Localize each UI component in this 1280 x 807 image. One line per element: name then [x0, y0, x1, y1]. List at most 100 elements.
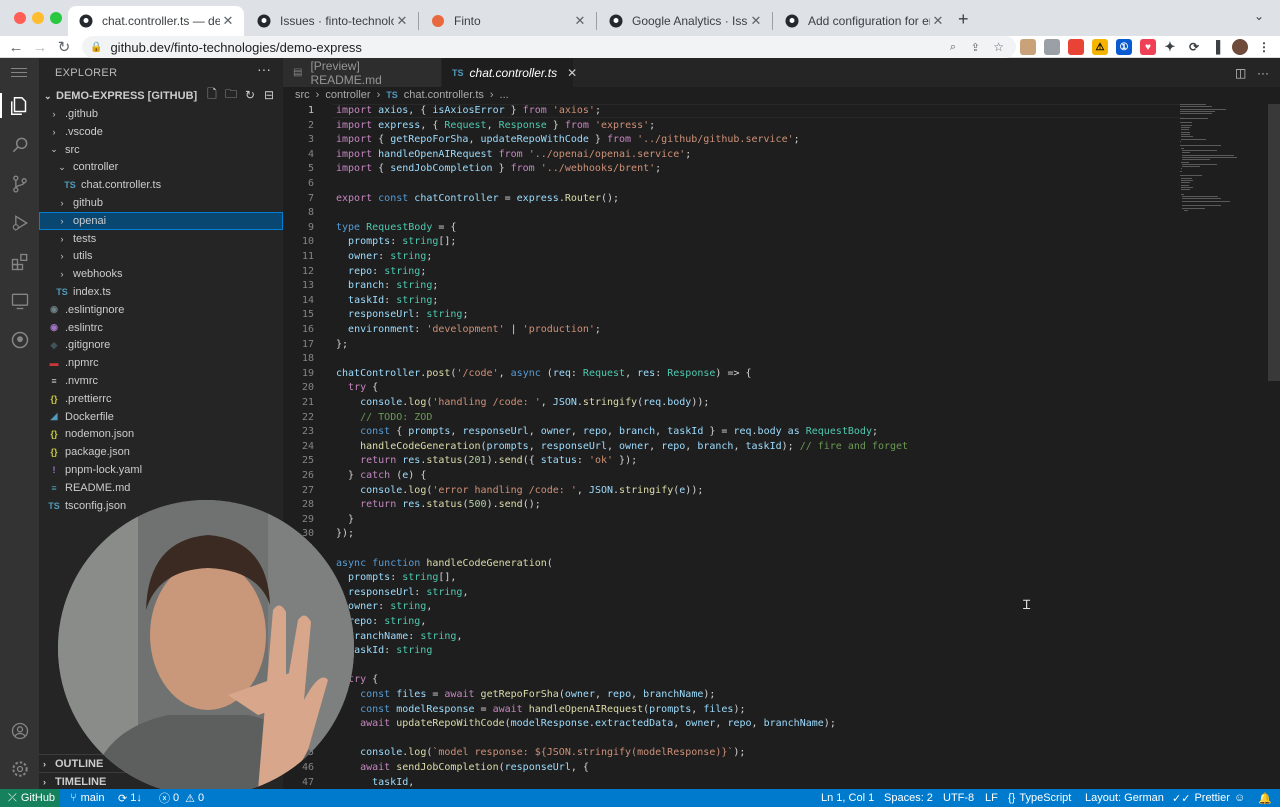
camera-extension-icon[interactable] — [1044, 39, 1060, 55]
code-line[interactable]: taskId, — [336, 776, 414, 791]
tree-item[interactable]: ◉ .eslintrc — [39, 319, 283, 337]
minimize-window-button[interactable] — [32, 12, 44, 24]
tree-item[interactable]: ◉ .eslintignore — [39, 301, 283, 319]
cursor-position[interactable]: Ln 1, Col 1 — [821, 789, 874, 807]
code-line[interactable]: // TODO: ZOD — [336, 411, 432, 426]
maximize-window-button[interactable] — [50, 12, 62, 24]
keyboard-layout[interactable]: Layout: German — [1085, 789, 1164, 807]
problems-indicator[interactable]: ⓧ 0 ⚠ 0 — [159, 789, 204, 807]
close-tab-icon[interactable]: ✕ — [748, 13, 764, 29]
minimap[interactable] — [1180, 104, 1270, 214]
code-line[interactable]: const files = await getRepoForSha(owner,… — [336, 688, 715, 703]
code-line[interactable]: }; — [336, 338, 348, 353]
refresh-icon[interactable]: ↻ — [243, 88, 257, 102]
code-line[interactable]: async function handleCodeGeneration( — [336, 557, 553, 572]
code-line[interactable]: export const chatController = express.Ro… — [336, 192, 619, 207]
code-line[interactable]: handleCodeGeneration(prompts, responseUr… — [336, 440, 908, 455]
chrome-menu-icon[interactable]: ⋮ — [1256, 39, 1272, 55]
code-line[interactable]: console.log('handling /code: ', JSON.str… — [336, 396, 709, 411]
pocket-extension-icon[interactable]: ♥ — [1140, 39, 1156, 55]
code-line[interactable]: try { — [336, 381, 378, 396]
tree-item[interactable]: TS chat.controller.ts — [39, 176, 283, 194]
explorer-icon[interactable] — [7, 93, 32, 118]
tree-item[interactable]: › tests — [39, 230, 283, 248]
code-line[interactable]: const { prompts, responseUrl, owner, rep… — [336, 425, 878, 440]
forward-button[interactable]: → — [30, 36, 50, 58]
share-icon[interactable]: ⇪ — [971, 41, 980, 54]
code-line[interactable]: await sendJobCompletion(responseUrl, { — [336, 761, 589, 776]
run-debug-icon[interactable] — [7, 210, 32, 235]
tree-item[interactable]: › github — [39, 194, 283, 212]
more-actions-icon[interactable]: ··· — [257, 61, 271, 77]
code-line[interactable]: import { sendJobCompletion } from '../we… — [336, 162, 661, 177]
breadcrumb-symbol[interactable]: ... — [500, 89, 509, 101]
search-icon[interactable] — [7, 132, 32, 157]
code-line[interactable]: return res.status(500).send(); — [336, 498, 541, 513]
password-extension-icon[interactable]: ① — [1116, 39, 1132, 55]
code-line[interactable]: branchName: string, — [336, 630, 462, 645]
close-tab-icon[interactable]: ✕ — [572, 13, 588, 29]
tree-item[interactable]: › webhooks — [39, 265, 283, 283]
notifications-bell-icon[interactable]: 🔔 — [1258, 789, 1272, 807]
breadcrumb-controller[interactable]: controller — [325, 89, 370, 101]
tree-item[interactable]: ◆ .gitignore — [39, 336, 283, 354]
close-tab-icon[interactable]: ✕ — [930, 13, 946, 29]
tree-item[interactable]: ◢ Dockerfile — [39, 408, 283, 426]
new-folder-icon[interactable]: 🗀 — [224, 87, 238, 102]
code-line[interactable]: type RequestBody = { — [336, 221, 456, 236]
code-line[interactable]: responseUrl: string, — [336, 586, 468, 601]
reload-button[interactable]: ↻ — [54, 36, 74, 58]
remote-explorer-icon[interactable] — [7, 288, 32, 313]
tree-item[interactable]: {} package.json — [39, 443, 283, 461]
code-line[interactable]: import handleOpenAIRequest from '../open… — [336, 148, 691, 163]
tree-item[interactable]: {} nodemon.json — [39, 425, 283, 443]
tree-item[interactable]: › utils — [39, 247, 283, 265]
code-line[interactable]: prompts: string[], — [336, 571, 456, 586]
code-line[interactable]: chatController.post('/code', async (req:… — [336, 367, 752, 382]
code-line[interactable]: taskId: string; — [336, 294, 438, 309]
extensions-puzzle-icon[interactable]: ✦ — [1162, 39, 1178, 55]
tab-readme-preview[interactable]: ▤ [Preview] README.md — [283, 58, 441, 87]
code-line[interactable]: owner: string; — [336, 250, 432, 265]
branch-indicator[interactable]: ⑂ main — [70, 789, 104, 807]
sync-extension-icon[interactable]: ⟳ — [1186, 39, 1202, 55]
code-line[interactable]: }); — [336, 527, 354, 542]
new-tab-button[interactable]: + — [958, 9, 969, 30]
code-line[interactable]: branch: string; — [336, 279, 438, 294]
breadcrumb-file[interactable]: chat.controller.ts — [404, 89, 484, 101]
tree-item[interactable]: ≡ README.md — [39, 479, 283, 497]
address-bar[interactable]: 🔒 github.dev/finto-technologies/demo-exp… — [82, 36, 1016, 58]
prettier-status[interactable]: ✓✓ Prettier — [1172, 789, 1230, 807]
tree-item[interactable]: › openai — [39, 211, 283, 230]
code-line[interactable]: } — [336, 513, 354, 528]
tree-item[interactable]: ⌄ controller — [39, 158, 283, 176]
tree-item[interactable]: ▬ .npmrc — [39, 354, 283, 372]
language-mode[interactable]: {} TypeScript — [1008, 789, 1071, 807]
breadcrumb-src[interactable]: src — [295, 89, 310, 101]
source-control-icon[interactable] — [7, 171, 32, 196]
browser-tab-1[interactable]: chat.controller.ts — demo-exp✕ — [68, 6, 244, 36]
tree-item[interactable]: ≡ .nvmrc — [39, 372, 283, 390]
ublock-extension-icon[interactable] — [1068, 39, 1084, 55]
tree-item[interactable]: TS index.ts — [39, 283, 283, 301]
back-button[interactable]: ← — [6, 36, 26, 58]
browser-tab-2[interactable]: Issues · finto-technologies/de✕ — [246, 6, 418, 36]
code-line[interactable]: environment: 'development' | 'production… — [336, 323, 601, 338]
code-line[interactable]: owner: string, — [336, 600, 432, 615]
browser-tab-5[interactable]: Add configuration for ensuring✕ — [774, 6, 954, 36]
menu-icon[interactable] — [11, 68, 27, 69]
extension-amber-icon[interactable]: ⚠ — [1092, 39, 1108, 55]
code-line[interactable]: responseUrl: string; — [336, 308, 468, 323]
close-tab-icon[interactable]: ✕ — [394, 13, 410, 29]
tree-item[interactable]: ! pnpm-lock.yaml — [39, 461, 283, 479]
tree-item[interactable]: {} .prettierrc — [39, 390, 283, 408]
remote-indicator[interactable]: ⤫ GitHub — [0, 789, 60, 807]
close-tab-icon[interactable]: ✕ — [567, 66, 577, 80]
tree-item[interactable]: ⌄ src — [39, 141, 283, 159]
editor-scrollbar[interactable] — [1268, 104, 1280, 381]
end-of-line[interactable]: LF — [985, 789, 998, 807]
code-line[interactable]: await updateRepoWithCode(modelResponse.e… — [336, 717, 836, 732]
new-file-icon[interactable]: 🗋 — [205, 87, 219, 102]
collapse-all-icon[interactable]: ⊟ — [262, 88, 276, 102]
tab-search-icon[interactable]: ⌄ — [1254, 9, 1264, 23]
